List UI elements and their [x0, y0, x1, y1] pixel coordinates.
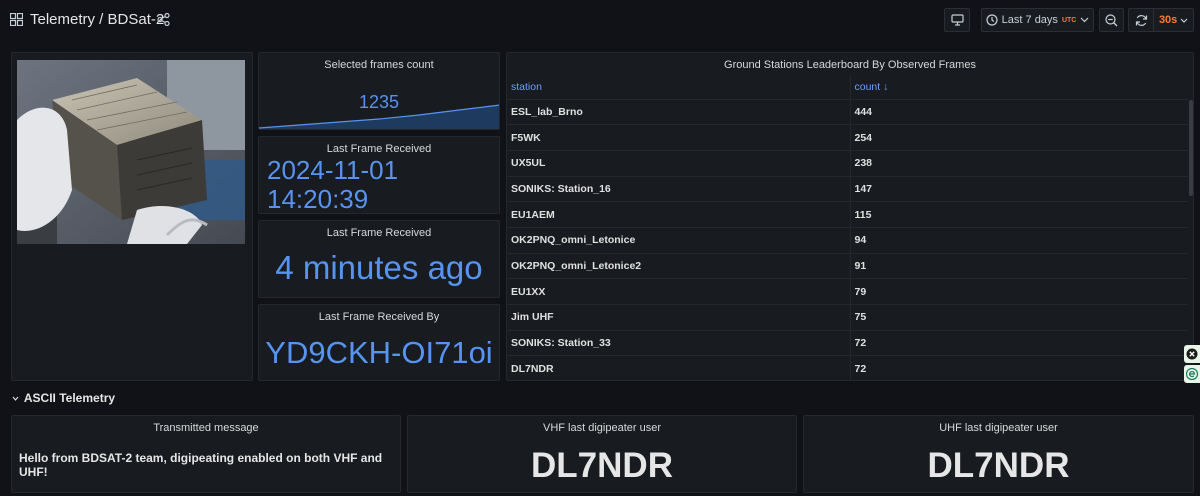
last-frame-time-panel: Last Frame Received 2024-11-01 14:20:39: [258, 136, 500, 214]
count-cell: 72: [850, 355, 1188, 380]
chevron-down-icon: [12, 396, 19, 402]
station-cell: F5WK: [507, 124, 851, 151]
leaderboard-panel: Ground Stations Leaderboard By Observed …: [506, 52, 1194, 381]
panel-title: VHF last digipeater user: [543, 422, 661, 434]
station-cell: DL7NDR: [507, 355, 851, 380]
satellite-photo: [17, 60, 245, 244]
table-row: EU1XX 79: [507, 278, 1188, 305]
ascii-telemetry-row-header[interactable]: ASCII Telemetry: [12, 391, 115, 405]
table-scrollbar[interactable]: [1189, 100, 1193, 196]
refresh-interval-label: 30s: [1158, 14, 1178, 26]
last-frame-time: 14:20:39: [267, 184, 369, 214]
transmitted-message-text: Hello from BDSAT-2 team, digipeating ena…: [19, 451, 383, 479]
station-cell: Jim UHF: [507, 304, 851, 331]
extension-icon: [1186, 368, 1198, 380]
refresh-icon: [1135, 14, 1147, 26]
table-row: F5WK 254: [507, 124, 1188, 151]
table-row: EU1AEM 115: [507, 201, 1188, 228]
leaderboard-body: ESL_lab_Brno 444 F5WK 254 UX5UL 238 SONIKS:…: [507, 99, 1188, 380]
satellite-image-panel: [11, 52, 253, 381]
panel-title: Ground Stations Leaderboard By Observed …: [724, 59, 976, 71]
leaderboard-table-wrap: station count ↓ ESL_lab_Brno 444 F5WK 254 …: [507, 75, 1188, 380]
extension-badge[interactable]: [1184, 365, 1200, 383]
monitor-icon: [950, 14, 964, 26]
station-cell: SONIKS: Station_16: [507, 176, 851, 203]
dashboard-title[interactable]: Telemetry / BDSat-2: [30, 11, 164, 28]
count-cell: 91: [850, 253, 1188, 280]
station-cell: OK2PNQ_omni_Letonice: [507, 227, 851, 254]
vhf-digipeater-panel: VHF last digipeater user DL7NDR: [407, 415, 797, 493]
close-icon: [1186, 348, 1198, 360]
uhf-digipeater-value: DL7NDR: [927, 446, 1070, 485]
count-cell: 147: [850, 176, 1188, 203]
row-header-label: ASCII Telemetry: [23, 391, 116, 405]
table-row: SONIKS: Station_16 147: [507, 176, 1188, 203]
count-cell: 254: [850, 124, 1188, 151]
last-frame-relative-value: 4 minutes ago: [275, 249, 483, 286]
station-cell: UX5UL: [507, 150, 851, 177]
table-row: OK2PNQ_omni_Letonice 94: [507, 227, 1188, 254]
time-range-picker[interactable]: Last 7 days UTC: [981, 8, 1094, 32]
last-frame-relative-panel: Last Frame Received 4 minutes ago: [258, 220, 500, 298]
timezone-label: UTC: [1061, 16, 1077, 24]
count-cell: 72: [850, 330, 1188, 357]
table-row: SONIKS: Station_33 72: [507, 330, 1188, 357]
station-cell: OK2PNQ_omni_Letonice2: [507, 253, 851, 280]
transmitted-message-panel: Transmitted message Hello from BDSAT-2 t…: [11, 415, 401, 493]
vhf-digipeater-value: DL7NDR: [531, 446, 673, 485]
station-cell: ESL_lab_Brno: [507, 99, 851, 126]
clock-icon: [986, 14, 998, 26]
frames-sparkline: [259, 104, 499, 129]
chevron-down-icon: [1180, 18, 1188, 23]
count-cell: 79: [850, 278, 1188, 305]
panel-title: UHF last digipeater user: [939, 422, 1058, 434]
grid-icon[interactable]: [10, 13, 23, 26]
chevron-down-icon: [1080, 17, 1089, 23]
last-frame-by-value: YD9CKH-OI71oi: [265, 335, 493, 370]
column-header-count-label: count: [854, 80, 881, 93]
panel-title: Last Frame Received By: [318, 311, 440, 323]
panel-title: Selected frames count: [324, 59, 434, 71]
last-frame-by-panel: Last Frame Received By YD9CKH-OI71oi: [258, 304, 500, 381]
station-cell: EU1AEM: [507, 201, 851, 228]
refresh-interval-picker[interactable]: 30s: [1154, 9, 1193, 31]
table-row: DL7NDR 72: [507, 355, 1188, 380]
panel-title: Last Frame Received: [326, 227, 432, 239]
table-row: UX5UL 238: [507, 150, 1188, 177]
table-header-row: station count ↓: [507, 75, 1188, 100]
station-cell: SONIKS: Station_33: [507, 330, 851, 357]
close-badge[interactable]: [1184, 345, 1200, 363]
count-cell: 115: [850, 201, 1188, 228]
last-frame-date: 2024-11-01: [267, 155, 399, 185]
table-row: Jim UHF 75: [507, 304, 1188, 331]
uhf-digipeater-panel: UHF last digipeater user DL7NDR: [803, 415, 1194, 493]
sort-desc-icon: ↓: [883, 80, 889, 93]
table-row: ESL_lab_Brno 444: [507, 99, 1188, 126]
refresh-button[interactable]: [1129, 9, 1155, 31]
time-range-label: Last 7 days: [1001, 14, 1058, 26]
zoom-out-button[interactable]: [1099, 8, 1124, 32]
station-cell: EU1XX: [507, 278, 851, 305]
refresh-group: 30s: [1128, 8, 1194, 32]
leaderboard-table: station count ↓ ESL_lab_Brno 444 F5WK 254 …: [507, 75, 1188, 380]
table-row: OK2PNQ_omni_Letonice2 91: [507, 253, 1188, 280]
panel-title: Last Frame Received: [326, 143, 432, 155]
share-icon[interactable]: [157, 13, 170, 26]
frames-count-panel: Selected frames count 1235: [258, 52, 500, 130]
top-bar: Telemetry / BDSat-2 Last 7 days UTC 30s: [0, 0, 1200, 40]
column-header-station[interactable]: station: [507, 75, 851, 100]
count-cell: 75: [850, 304, 1188, 331]
count-cell: 94: [850, 227, 1188, 254]
panel-title: Transmitted message: [153, 422, 259, 434]
count-cell: 444: [850, 99, 1188, 126]
tv-mode-button[interactable]: [944, 8, 970, 32]
count-cell: 238: [850, 150, 1188, 177]
zoom-out-icon: [1105, 13, 1118, 26]
column-header-count[interactable]: count ↓: [850, 75, 1188, 100]
